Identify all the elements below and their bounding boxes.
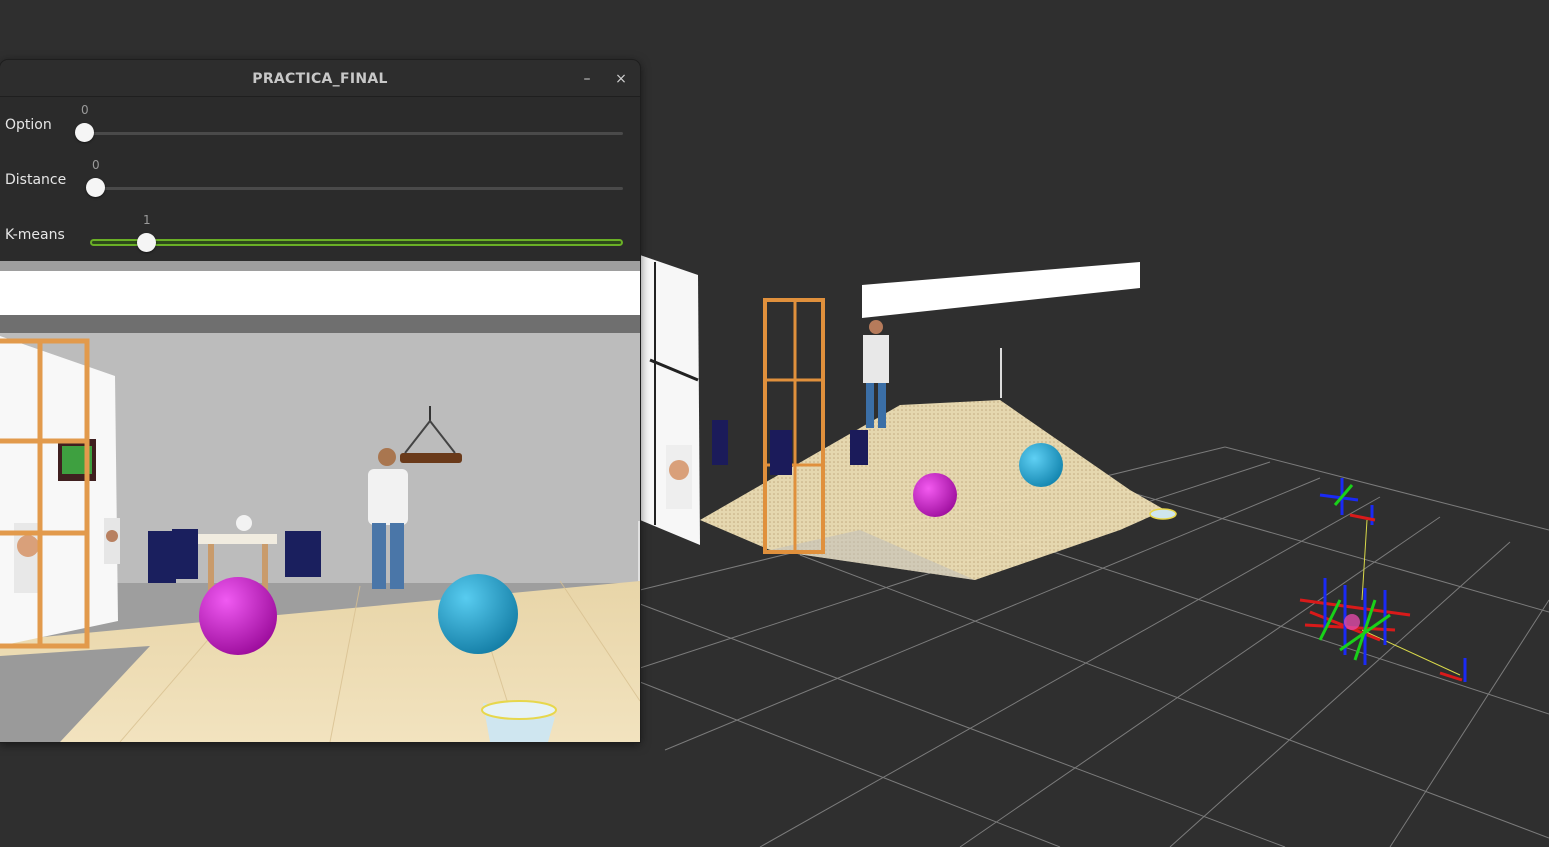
- trackbar-kmeans-value: 1: [143, 213, 151, 227]
- camera-image: [0, 261, 640, 742]
- trackbar-kmeans: K-means 1: [0, 207, 640, 262]
- trackbar-distance: Distance 0: [0, 152, 640, 207]
- trackbar-distance-label: Distance: [5, 172, 67, 188]
- trackbar-option-label: Option: [5, 117, 52, 133]
- trackbar-panel: Option 0 Distance 0 K-means 1: [0, 97, 640, 262]
- trackbar-option-value: 0: [81, 103, 89, 117]
- tf-frames: [1299, 478, 1467, 682]
- window-titlebar[interactable]: PRACTICA_FINAL – ×: [0, 60, 640, 97]
- trackbar-kmeans-track[interactable]: [90, 239, 623, 246]
- minimize-icon[interactable]: –: [576, 68, 598, 90]
- trackbar-option-handle[interactable]: [75, 123, 94, 142]
- close-icon[interactable]: ×: [610, 68, 632, 90]
- trackbar-kmeans-handle[interactable]: [137, 233, 156, 252]
- trackbar-distance-handle[interactable]: [86, 178, 105, 197]
- trackbar-option: Option 0: [0, 97, 640, 152]
- trackbar-kmeans-label: K-means: [5, 227, 65, 243]
- trackbar-option-track[interactable]: [85, 132, 623, 135]
- trackbar-distance-track[interactable]: [96, 187, 623, 190]
- trackbar-distance-value: 0: [92, 158, 100, 172]
- point-cloud: [640, 255, 1177, 580]
- opencv-window: PRACTICA_FINAL – × Option 0 Distance 0 K…: [0, 59, 641, 743]
- window-title: PRACTICA_FINAL: [252, 71, 388, 87]
